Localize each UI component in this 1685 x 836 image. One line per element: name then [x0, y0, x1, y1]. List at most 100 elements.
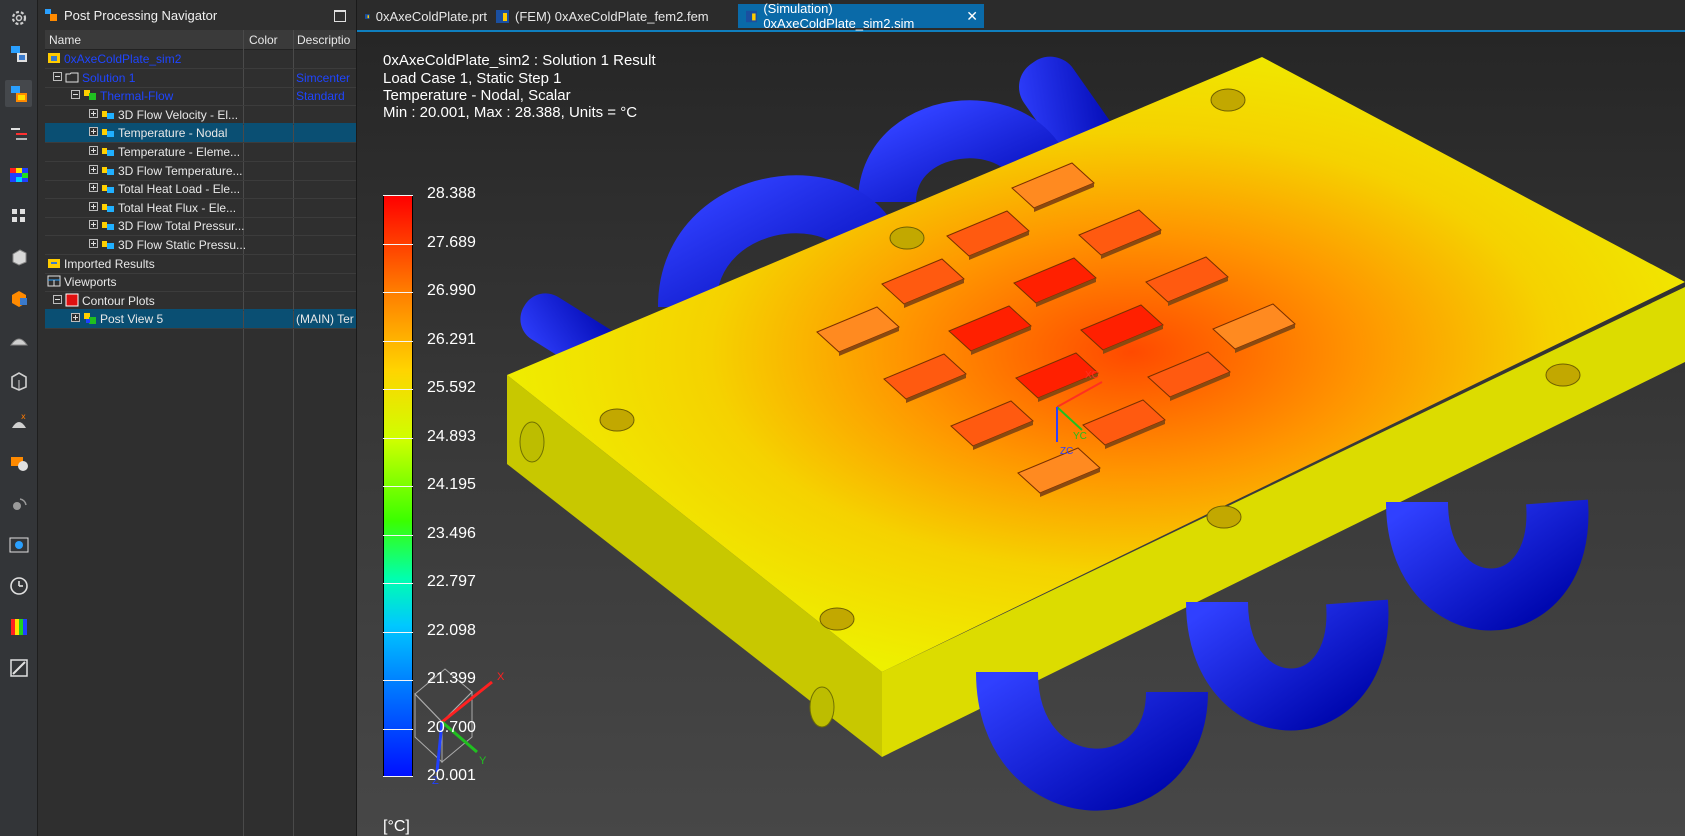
u-bend-pipe	[976, 670, 1208, 811]
contour-icon[interactable]	[5, 161, 32, 188]
expand-icon[interactable]	[89, 127, 98, 137]
column-color[interactable]: Color	[249, 33, 278, 47]
collapse-icon[interactable]	[53, 71, 62, 81]
gear-icon[interactable]	[5, 4, 32, 31]
post-processing-navigator: Post Processing Navigator Name Color Des…	[38, 0, 357, 836]
legend-tick	[383, 292, 413, 293]
tree-row-label: Imported Results	[64, 256, 155, 271]
u-bend-pipe	[1186, 599, 1389, 731]
cold-plate-model[interactable]: XC YC ZC X Y Z	[357, 32, 1685, 836]
expand-icon[interactable]	[89, 239, 98, 248]
expand-icon[interactable]	[89, 201, 98, 211]
legend-tick	[383, 437, 413, 439]
result-type-label: Temperature - Nodal, Scalar	[383, 87, 571, 104]
expand-icon[interactable]	[71, 313, 80, 323]
sensor-icon[interactable]	[5, 490, 32, 517]
graphics-viewport[interactable]: XC YC ZC X Y Z 0xAxeColdPlate_sim2 : Sol…	[357, 32, 1685, 836]
legend-tick	[383, 631, 413, 633]
navigator-title: Post Processing Navigator	[64, 7, 218, 23]
colors-icon[interactable]	[5, 613, 32, 640]
legend-label: 27.689	[427, 233, 476, 251]
legend-label: 20.700	[427, 718, 476, 736]
grid-icon[interactable]	[5, 202, 32, 229]
part-icon[interactable]	[5, 243, 32, 270]
tree-row-description: Standard	[296, 89, 345, 104]
tree-row-label: Total Heat Load - Ele...	[118, 182, 241, 197]
collapse-icon[interactable]	[53, 294, 62, 304]
tree-row[interactable]: Thermal-Flow Standard	[45, 86, 356, 107]
min-max-label: Min : 20.001, Max : 28.388, Units = °C	[383, 104, 638, 121]
tree-row[interactable]: 3D Flow Velocity - El...	[45, 105, 356, 125]
tool-icon[interactable]	[5, 449, 32, 476]
simulation-navigator-icon[interactable]	[5, 40, 32, 67]
expand-icon[interactable]	[89, 108, 98, 118]
expand-icon[interactable]	[89, 164, 98, 174]
collapse-icon[interactable]	[71, 90, 80, 100]
tab-part[interactable]: 0xAxeColdPlate.prt	[357, 4, 487, 28]
nx-file-icon	[365, 13, 370, 19]
fem-icon[interactable]	[5, 284, 32, 311]
post-navigator-icon[interactable]	[5, 80, 32, 107]
bolt-hole	[599, 408, 635, 432]
tree-row[interactable]: 3D Flow Static Pressu...	[45, 235, 356, 255]
legend-tick	[383, 340, 413, 342]
tree-row[interactable]: Solution 1 Simcenter	[45, 68, 356, 88]
tree-row[interactable]: Post View 5 (MAIN) Ter	[45, 309, 356, 330]
tab-label: (FEM) 0xAxeColdPlate_fem2.fem	[515, 8, 709, 24]
expand-icon[interactable]	[89, 146, 98, 155]
tree-row[interactable]: 3D Flow Temperature...	[45, 161, 356, 181]
column-name[interactable]: Name	[49, 33, 81, 47]
tree-row-label: 0xAxeColdPlate_sim2	[64, 52, 182, 66]
result-title: 0xAxeColdPlate_sim2 : Solution 1 Result	[383, 52, 656, 69]
close-icon[interactable]: ✕	[966, 8, 978, 25]
x-axis-label: X	[497, 671, 505, 683]
navigator-header: Post Processing Navigator	[38, 0, 356, 30]
bolt-hole	[1545, 363, 1581, 387]
tree-row[interactable]: Total Heat Load - Ele...	[45, 179, 356, 200]
tree-row[interactable]: Contour Plots	[45, 291, 356, 311]
tree-row-label: Temperature - Nodal	[118, 126, 228, 141]
tree-row-label: Contour Plots	[82, 293, 155, 308]
legend-label: 25.592	[427, 379, 476, 396]
legend-label: 24.893	[427, 427, 476, 445]
viewport-icon[interactable]	[5, 531, 32, 558]
legend-label: 24.195	[427, 476, 476, 493]
tree-row-label: Solution 1	[82, 70, 136, 85]
expand-icon[interactable]	[89, 183, 98, 193]
tree-row-label: Thermal-Flow	[100, 89, 174, 104]
solver-icon[interactable]: x	[5, 408, 32, 435]
legend-tick	[383, 195, 413, 196]
column-description[interactable]: Descriptio	[297, 33, 350, 47]
bolt-hole	[819, 607, 855, 631]
box-icon[interactable]	[5, 367, 32, 394]
tree-row-label: 3D Flow Velocity - El...	[118, 107, 239, 122]
legend-label: 22.797	[427, 573, 476, 590]
tab-label: (Simulation) 0xAxeColdPlate_sim2.sim	[763, 1, 915, 31]
svg-text:x: x	[21, 412, 26, 421]
tree-row-label: Total Heat Flux - Ele...	[118, 200, 237, 215]
tree-row[interactable]: Viewports	[45, 272, 356, 293]
legend-label: 20.001	[427, 767, 476, 784]
tree-row[interactable]: Total Heat Flux - Ele...	[45, 198, 356, 218]
zc-label: ZC	[1060, 446, 1073, 457]
bolt-hole	[1206, 505, 1242, 529]
legend-tick	[383, 583, 413, 584]
tree-row[interactable]: Temperature - Eleme...	[45, 142, 356, 162]
tab-fem[interactable]: (FEM) 0xAxeColdPlate_fem2.fem	[488, 4, 710, 28]
bolt-hole	[889, 226, 925, 250]
tree-row[interactable]: 0xAxeColdPlate_sim2	[45, 49, 356, 69]
legend-tick	[383, 776, 413, 777]
results-icon[interactable]	[5, 121, 32, 148]
legend-label: 26.990	[427, 282, 476, 299]
tab-simulation[interactable]: (Simulation) 0xAxeColdPlate_sim2.sim ✕	[738, 1, 984, 31]
tree-row[interactable]: 3D Flow Total Pressur...	[45, 216, 356, 237]
document-tabs: 0xAxeColdPlate.prt (FEM) 0xAxeColdPlate_…	[357, 0, 1685, 32]
tree-row[interactable]: Imported Results	[45, 254, 356, 274]
nx-file-icon	[746, 10, 758, 22]
expand-icon[interactable]	[89, 220, 98, 230]
maximize-icon[interactable]	[334, 10, 346, 22]
settings-icon[interactable]	[5, 654, 32, 681]
clock-icon[interactable]	[5, 572, 32, 599]
mesh-icon[interactable]	[5, 326, 32, 353]
tree-row[interactable]: Temperature - Nodal	[45, 123, 356, 144]
